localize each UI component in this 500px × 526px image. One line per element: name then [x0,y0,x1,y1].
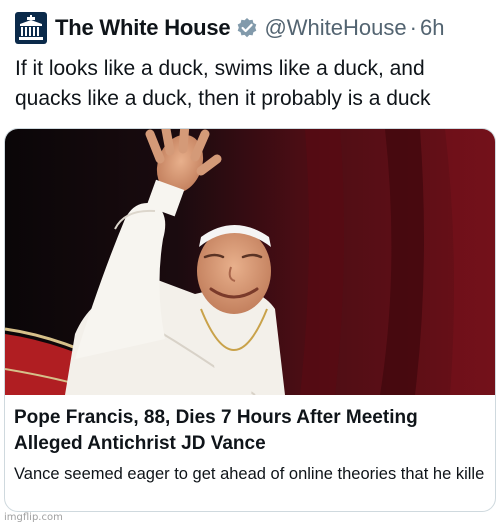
white-house-logo-icon[interactable] [15,12,47,44]
verified-badge-icon [238,18,257,38]
pope-waving-photo[interactable] [5,129,495,395]
tweet-author-row: The White House @WhiteHouse · 6h [15,12,444,44]
tweet-timestamp[interactable]: 6h [420,15,444,41]
card-description: Vance seemed eager to get ahead of onlin… [14,465,484,483]
handle[interactable]: @WhiteHouse [264,15,406,41]
display-name[interactable]: The White House [55,15,231,41]
tweet-text: If it looks like a duck, swims like a du… [15,57,431,110]
imgflip-watermark: imgflip.com [4,512,63,523]
card-title[interactable]: Pope Francis, 88, Dies 7 Hours After Mee… [14,405,484,457]
separator-dot: · [409,15,417,40]
tweet: The White House @WhiteHouse · 6h If it l… [0,0,500,122]
link-card[interactable]: Pope Francis, 88, Dies 7 Hours After Mee… [4,128,496,512]
